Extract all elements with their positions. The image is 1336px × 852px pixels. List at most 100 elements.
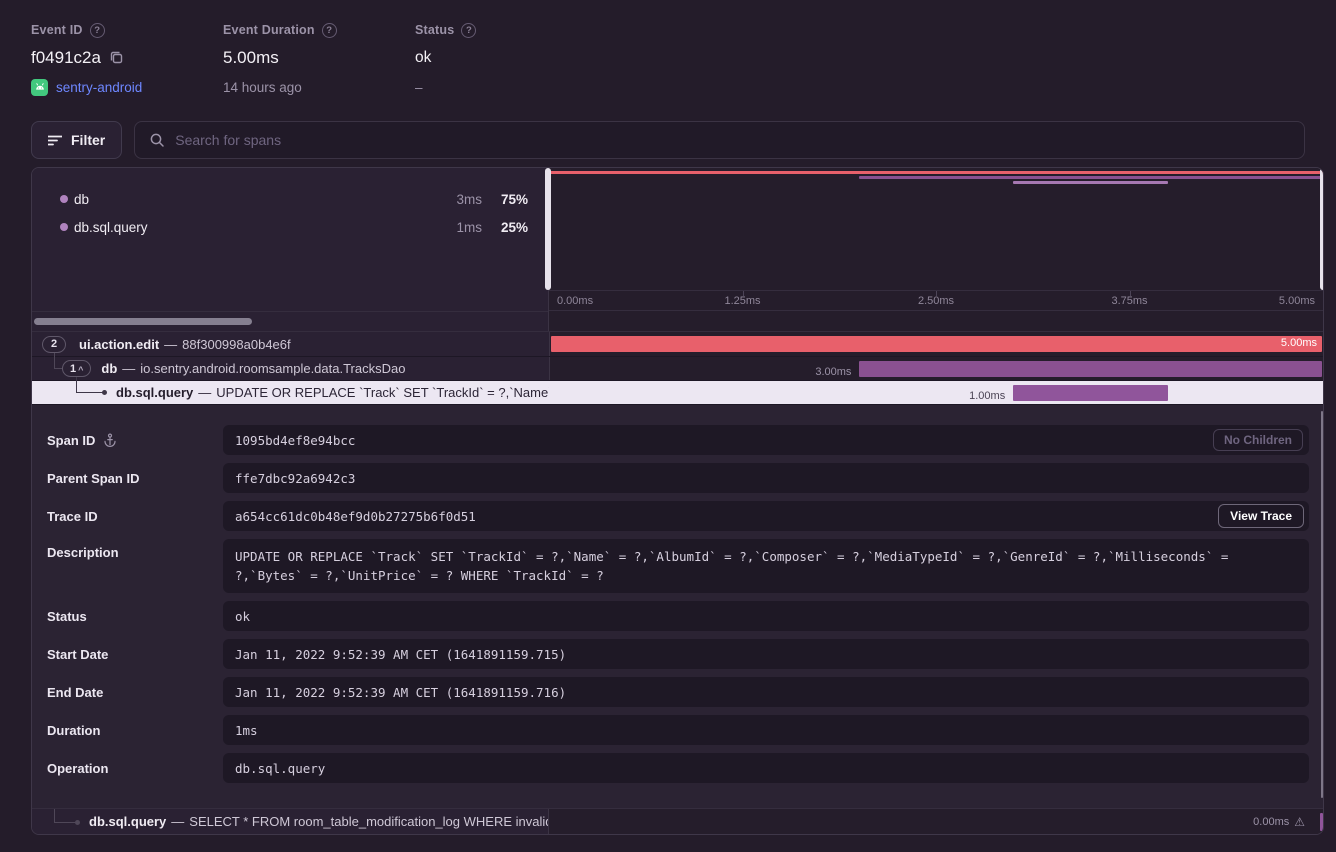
field-label: Parent Span ID [47,471,139,486]
toolbar: Filter [31,121,1305,159]
tree-connector [76,377,77,392]
children-count-badge[interactable]: 2 [42,336,66,353]
event-id-label: Event ID [31,23,83,37]
view-trace-button[interactable]: View Trace [1218,504,1304,528]
span-duration-label: 5.00ms [1281,337,1317,349]
op-name: db [74,192,89,207]
detail-row-status: Status ok [47,601,1309,631]
event-duration-block: Event Duration ? 5.00ms 14 hours ago [223,22,415,96]
warning-icon: ⚠ [1294,815,1305,829]
span-row-ui-action-edit[interactable]: 2 ui.action.edit—88f300998a0b4e6f 5.00ms [32,332,1323,356]
span-op: db.sql.query [116,385,193,400]
trace-panel: db 3ms 75% db.sql.query 1ms 25% [31,167,1324,835]
span-detail-panel: Span ID 1095bd4ef8e94bcc No Children Par… [32,404,1323,808]
help-icon[interactable]: ? [322,23,337,38]
span-duration-bar[interactable]: 5.00ms [551,336,1322,352]
minimap-right-handle[interactable] [1320,168,1324,290]
field-label: Operation [47,761,108,776]
status-block: Status ? ok – [415,22,476,96]
legend-item: db 3ms 75% [32,185,548,213]
search-box[interactable] [134,121,1305,159]
status-secondary: – [415,80,423,95]
tree-connector [54,352,55,368]
status-label: Status [415,23,454,37]
start-date-value: Jan 11, 2022 9:52:39 AM CET (1641891159.… [235,647,566,662]
timeline-column: 0.00ms 1.25ms 2.50ms 3.75ms 5.00ms [549,168,1323,331]
detail-row-span-id: Span ID 1095bd4ef8e94bcc No Children [47,425,1309,455]
field-value-box: ok [223,601,1309,631]
project-link[interactable]: sentry-android [56,80,142,95]
field-label: Status [47,609,87,624]
span-duration-label: 3.00ms [815,366,851,378]
tree-connector-dot [75,820,80,825]
filter-icon [48,135,62,146]
tree-connector [54,822,76,823]
op-name: db.sql.query [74,220,148,235]
op-percent: 75% [482,192,528,207]
duration-value: 1ms [235,723,258,738]
help-icon[interactable]: ? [461,23,476,38]
operation-value: db.sql.query [235,761,325,776]
chevron-up-icon: ^ [78,365,83,375]
op-percent: 25% [482,220,528,235]
span-duration-bar[interactable] [859,361,1322,377]
no-children-badge: No Children [1213,429,1303,451]
event-id-value: f0491c2a [31,48,101,68]
span-description: UPDATE OR REPLACE `Track` SET `TrackId` … [216,385,549,400]
legend-item: db.sql.query 1ms 25% [32,213,548,241]
anchor-icon[interactable] [103,433,117,447]
span-duration-bar[interactable] [1013,385,1167,401]
search-input[interactable] [175,132,1290,148]
span-description: io.sentry.android.roomsample.data.Tracks… [140,361,405,376]
children-count-badge[interactable]: 1^ [62,360,91,377]
time-axis: 0.00ms 1.25ms 2.50ms 3.75ms 5.00ms [549,290,1323,310]
field-label: Duration [47,723,100,738]
end-date-value: Jan 11, 2022 9:52:39 AM CET (1641891159.… [235,685,566,700]
axis-tick-label: 0.00ms [557,295,593,307]
axis-tick-label: 1.25ms [724,295,760,307]
op-duration: 3ms [442,192,482,207]
field-value-box: UPDATE OR REPLACE `Track` SET `TrackId` … [223,539,1309,593]
detail-row-start-date: Start Date Jan 11, 2022 9:52:39 AM CET (… [47,639,1309,669]
field-value-box: a654cc61dc0b48ef9d0b27275b6f0d51 View Tr… [223,501,1309,531]
op-duration: 1ms [442,220,482,235]
trace-id-value: a654cc61dc0b48ef9d0b27275b6f0d51 [235,509,476,524]
detail-row-description: Description UPDATE OR REPLACE `Track` SE… [47,539,1309,593]
search-icon [149,132,165,148]
span-op: db.sql.query [89,814,166,829]
span-tree: 2 ui.action.edit—88f300998a0b4e6f 5.00ms… [32,331,1323,404]
horizontal-scrollbar-thumb[interactable] [34,318,252,325]
field-label: Trace ID [47,509,98,524]
vertical-scrollbar[interactable] [1321,411,1323,798]
detail-row-end-date: End Date Jan 11, 2022 9:52:39 AM CET (16… [47,677,1309,707]
field-value-box: 1095bd4ef8e94bcc No Children [223,425,1309,455]
filter-button[interactable]: Filter [31,121,122,159]
minimap[interactable] [549,168,1323,290]
operations-breakdown: db 3ms 75% db.sql.query 1ms 25% [32,168,549,331]
help-icon[interactable]: ? [90,23,105,38]
field-value-box: db.sql.query [223,753,1309,783]
span-row-db-sql-query-select[interactable]: db.sql.query—SELECT * FROM room_table_mo… [32,808,1323,834]
span-row-db[interactable]: 1^ db—io.sentry.android.roomsample.data.… [32,356,1323,380]
event-header: Event ID ? f0491c2a sentry-android Event… [0,0,1336,96]
tree-connector [54,809,55,823]
trace-minimap-section: db 3ms 75% db.sql.query 1ms 25% [32,168,1323,331]
op-color-dot [60,195,68,203]
minimap-span-bar [859,176,1323,179]
copy-icon[interactable] [109,50,124,65]
axis-tick-label: 2.50ms [918,295,954,307]
span-row-db-sql-query-selected[interactable]: db.sql.query—UPDATE OR REPLACE `Track` S… [32,380,1323,404]
span-id-value: 1095bd4ef8e94bcc [235,433,355,448]
op-color-dot [60,223,68,231]
span-duration-label: 1.00ms [969,390,1005,402]
span-detail-page: Event ID ? f0491c2a sentry-android Event… [0,0,1336,852]
filter-button-label: Filter [71,132,105,148]
description-value: UPDATE OR REPLACE `Track` SET `TrackId` … [235,547,1249,585]
status-value: ok [415,49,431,67]
horizontal-scrollbar[interactable] [32,311,548,331]
tree-connector [76,392,103,393]
minimap-left-handle[interactable] [545,168,551,290]
event-duration-label: Event Duration [223,23,315,37]
span-duration-bar[interactable] [1320,813,1323,831]
minimap-span-bar [1013,181,1168,184]
